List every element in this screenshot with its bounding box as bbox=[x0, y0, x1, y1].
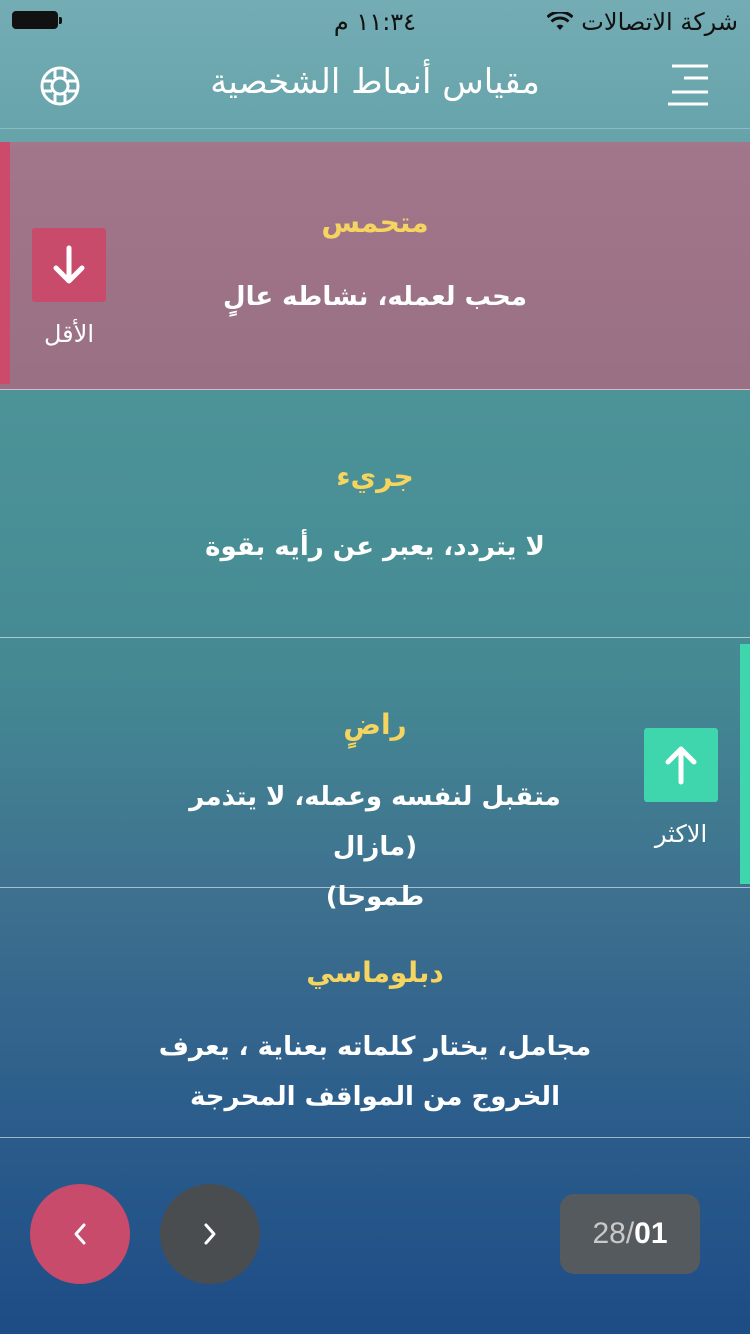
status-bar: ١١:٣٤ م شركة الاتصالات bbox=[0, 0, 750, 40]
least-label: الأقل bbox=[43, 320, 94, 348]
arrow-up-icon bbox=[665, 746, 697, 785]
page-counter: 28/01 bbox=[560, 1194, 700, 1274]
chevron-left-icon bbox=[74, 1223, 86, 1245]
carrier-name: شركة الاتصالات bbox=[581, 8, 738, 36]
menu-icon[interactable] bbox=[666, 62, 710, 108]
wifi-icon bbox=[547, 12, 574, 32]
page-title: مقياس أنماط الشخصية bbox=[210, 62, 540, 102]
chevron-right-icon bbox=[204, 1223, 216, 1245]
navigation-bar: مقياس أنماط الشخصية bbox=[0, 40, 750, 129]
trait-description: محب لعمله، نشاطه عالٍ bbox=[223, 282, 527, 312]
trait-description: لا يتردد، يعبر عن رأيه بقوة bbox=[205, 532, 545, 562]
most-label: الاكثر bbox=[654, 820, 708, 848]
trait-title: جريء bbox=[336, 460, 414, 493]
most-button[interactable] bbox=[644, 728, 718, 802]
trait-title: دبلوماسي bbox=[306, 956, 444, 989]
trait-card-enthusiastic[interactable]: متحمس محب لعمله، نشاطه عالٍ الأقل bbox=[0, 142, 750, 390]
least-button[interactable] bbox=[32, 228, 106, 302]
trait-description-line: مجامل، يختار كلماته بعناية ، يعرف bbox=[158, 1032, 592, 1062]
most-accent-bar bbox=[740, 644, 750, 884]
trait-description: مجامل، يختار كلماته بعناية ، يعرف الخروج… bbox=[150, 1022, 600, 1122]
trait-card-content[interactable]: راضٍ متقبل لنفسه وعمله، لا يتذمر (مازال … bbox=[0, 640, 750, 912]
trait-card-diplomatic[interactable]: دبلوماسي مجامل، يختار كلماته بعناية ، يع… bbox=[0, 890, 750, 1138]
trait-description-line: متقبل لنفسه وعمله، لا يتذمر (مازال bbox=[189, 782, 561, 862]
carrier-info: شركة الاتصالات bbox=[547, 8, 738, 36]
trait-title: راضٍ bbox=[343, 708, 407, 741]
previous-button[interactable] bbox=[30, 1184, 130, 1284]
page-total: 28 bbox=[592, 1217, 626, 1250]
arrow-down-icon bbox=[53, 245, 85, 284]
page-current: 01 bbox=[634, 1217, 668, 1250]
trait-title: متحمس bbox=[321, 206, 429, 239]
page-separator: / bbox=[625, 1217, 635, 1250]
trait-card-bold[interactable]: جريء لا يتردد، يعبر عن رأيه بقوة bbox=[0, 390, 750, 638]
trait-description-line: الخروج من المواقف المحرجة bbox=[190, 1082, 560, 1112]
next-button[interactable] bbox=[160, 1184, 260, 1284]
least-accent-bar bbox=[0, 142, 10, 384]
